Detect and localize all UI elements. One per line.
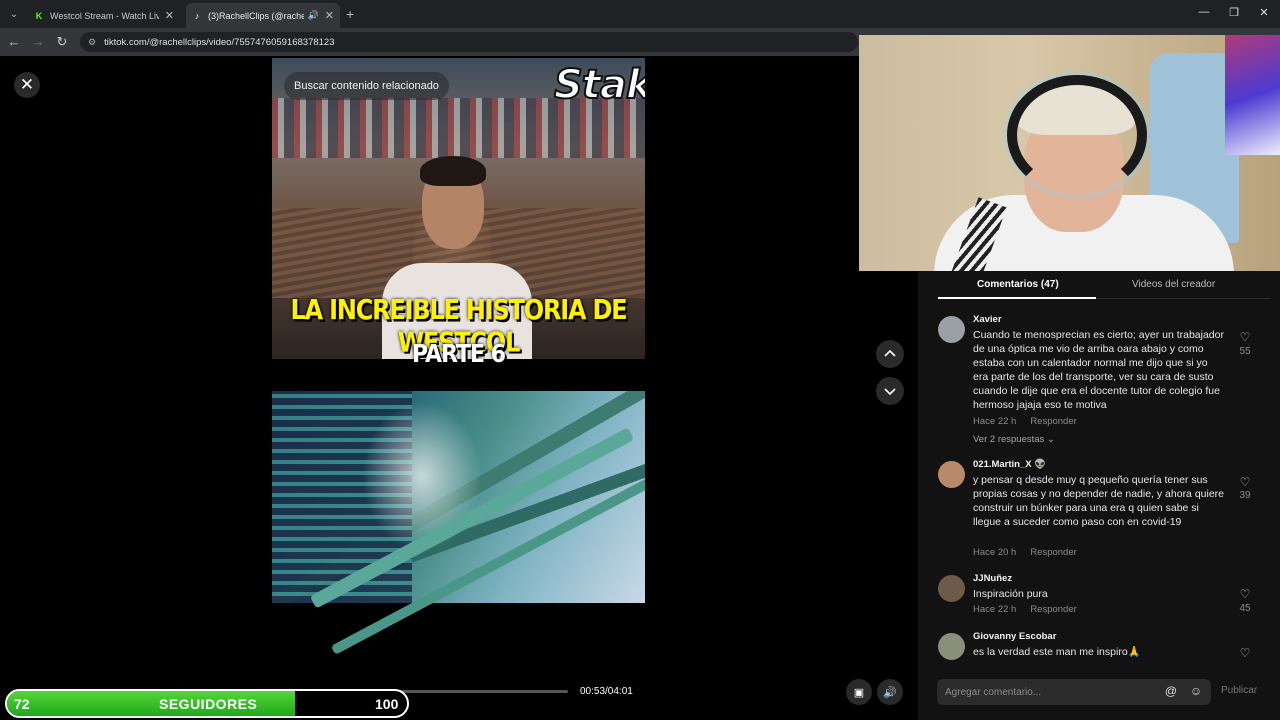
reply-button[interactable]: Responder bbox=[1030, 416, 1076, 427]
video-subheadline: PARTE 6 bbox=[411, 340, 506, 369]
heart-icon[interactable]: ♡ bbox=[1238, 330, 1252, 344]
close-tab-icon[interactable]: ✕ bbox=[325, 9, 334, 22]
url-field[interactable]: ⚙ tiktok.com/@rachellclips/video/7557476… bbox=[80, 32, 858, 52]
video-time: 00:53/04:01 bbox=[580, 686, 633, 697]
video-player[interactable]: Buscar contenido relacionado Stake LA IN… bbox=[272, 58, 645, 720]
comment-text: Inspiración pura bbox=[973, 588, 1048, 600]
browser-tab-bar: ⌄ K Westcol Stream - Watch Live o ✕ ♪ (3… bbox=[0, 0, 1280, 28]
avatar[interactable] bbox=[938, 461, 965, 488]
chevron-down-icon bbox=[884, 388, 896, 396]
tab-creator-videos[interactable]: Videos del creador bbox=[1132, 279, 1215, 290]
chevron-up-icon bbox=[884, 349, 896, 357]
pip-button[interactable]: ▣ bbox=[846, 679, 872, 705]
comment-item: Giovanny Escobar es la verdad este man m… bbox=[938, 631, 1258, 661]
avatar[interactable] bbox=[938, 316, 965, 343]
webcam-overlay bbox=[859, 35, 1280, 271]
comment-text: Cuando te menosprecian es cierto; ayer u… bbox=[973, 329, 1224, 411]
followers-goal-bar: 72 SEGUIDORES 100 bbox=[5, 689, 409, 718]
avatar[interactable] bbox=[938, 575, 965, 602]
comment-username[interactable]: Xavier bbox=[973, 314, 1002, 325]
related-search-label: Buscar contenido relacionado bbox=[294, 80, 439, 92]
view-replies-button[interactable]: Ver 2 respuestas ⌄ bbox=[973, 434, 1055, 445]
comment-time: Hace 22 h bbox=[973, 416, 1017, 427]
restore-icon[interactable]: ❐ bbox=[1224, 6, 1244, 19]
followers-goal: 100 bbox=[375, 696, 399, 712]
stake-logo: Stake bbox=[553, 61, 645, 109]
comment-time: Hace 20 h bbox=[973, 547, 1017, 558]
comment-time: Hace 22 h bbox=[973, 604, 1017, 615]
tab-title: Westcol Stream - Watch Live o bbox=[50, 10, 159, 21]
related-search-button[interactable]: Buscar contenido relacionado bbox=[284, 72, 449, 100]
tab-title: (3)RachellClips (@rachellc bbox=[208, 10, 304, 21]
tab-search-icon[interactable]: ⌄ bbox=[4, 4, 24, 24]
video-frame-bottom bbox=[272, 391, 645, 655]
avatar[interactable] bbox=[938, 633, 965, 660]
comment-meta: Hace 22 h Responder bbox=[973, 604, 1077, 615]
close-viewer-button[interactable]: ✕ bbox=[14, 72, 40, 98]
active-tab-indicator bbox=[938, 297, 1096, 299]
reply-button[interactable]: Responder bbox=[1030, 547, 1076, 558]
tab-tiktok[interactable]: ♪ (3)RachellClips (@rachellc 🔊 ✕ bbox=[186, 3, 340, 28]
volume-icon: 🔊 bbox=[883, 686, 897, 699]
post-button[interactable]: Publicar bbox=[1221, 685, 1257, 696]
comment-username[interactable]: 021.Martin_X 👽 bbox=[973, 459, 1046, 470]
followers-count: 72 bbox=[14, 696, 30, 712]
comment-item: Xavier Cuando te menosprecian es cierto;… bbox=[938, 314, 1258, 449]
heart-icon[interactable]: ♡ bbox=[1238, 475, 1252, 489]
comment-item: JJNuñez Inspiración pura Hace 22 h Respon… bbox=[938, 573, 1258, 623]
comment-item: 021.Martin_X 👽 y pensar q desde muy q pe… bbox=[938, 459, 1258, 564]
like-count: 55 bbox=[1239, 346, 1251, 357]
tab-comments[interactable]: Comentarios (47) bbox=[977, 279, 1059, 290]
forward-icon[interactable]: → bbox=[30, 34, 46, 49]
pip-icon: ▣ bbox=[853, 686, 865, 699]
new-tab-icon[interactable]: + bbox=[346, 6, 354, 22]
minimize-icon[interactable]: — bbox=[1194, 6, 1214, 18]
heart-icon[interactable]: ♡ bbox=[1238, 587, 1252, 601]
url-text: tiktok.com/@rachellclips/video/755747605… bbox=[104, 36, 335, 48]
next-video-button[interactable] bbox=[876, 377, 904, 405]
tab-westcol-stream[interactable]: K Westcol Stream - Watch Live o ✕ bbox=[28, 3, 180, 28]
comment-placeholder: Agregar comentario... bbox=[945, 686, 1042, 698]
speaker-icon[interactable]: 🔊 bbox=[308, 10, 319, 21]
like-count: 39 bbox=[1239, 490, 1251, 501]
mention-icon[interactable]: @ bbox=[1163, 684, 1179, 700]
comment-text: y pensar q desde muy q pequeño quería te… bbox=[973, 474, 1225, 528]
back-icon[interactable]: ← bbox=[6, 34, 22, 49]
close-tab-icon[interactable]: ✕ bbox=[165, 9, 174, 22]
emoji-icon[interactable]: ☺ bbox=[1188, 684, 1204, 700]
comment-meta: Hace 22 h Responder bbox=[973, 416, 1077, 427]
previous-video-button[interactable] bbox=[876, 340, 904, 368]
volume-button[interactable]: 🔊 bbox=[877, 679, 903, 705]
like-count: 45 bbox=[1239, 603, 1251, 614]
comment-username[interactable]: JJNuñez bbox=[973, 573, 1012, 584]
reload-icon[interactable]: ↻ bbox=[54, 34, 70, 50]
followers-label: SEGUIDORES bbox=[159, 696, 258, 712]
heart-icon[interactable]: ♡ bbox=[1238, 646, 1252, 660]
kick-icon: K bbox=[35, 10, 43, 21]
comment-text: es la verdad este man me inspiro🙏 bbox=[973, 646, 1141, 658]
close-window-icon[interactable]: ✕ bbox=[1254, 6, 1274, 19]
reply-button[interactable]: Responder bbox=[1030, 604, 1076, 615]
site-info-icon[interactable]: ⚙ bbox=[88, 37, 96, 48]
comment-meta: Hace 20 h Responder bbox=[973, 547, 1077, 558]
tiktok-icon: ♪ bbox=[194, 10, 200, 21]
close-icon: ✕ bbox=[19, 75, 35, 94]
comment-username[interactable]: Giovanny Escobar bbox=[973, 631, 1056, 642]
